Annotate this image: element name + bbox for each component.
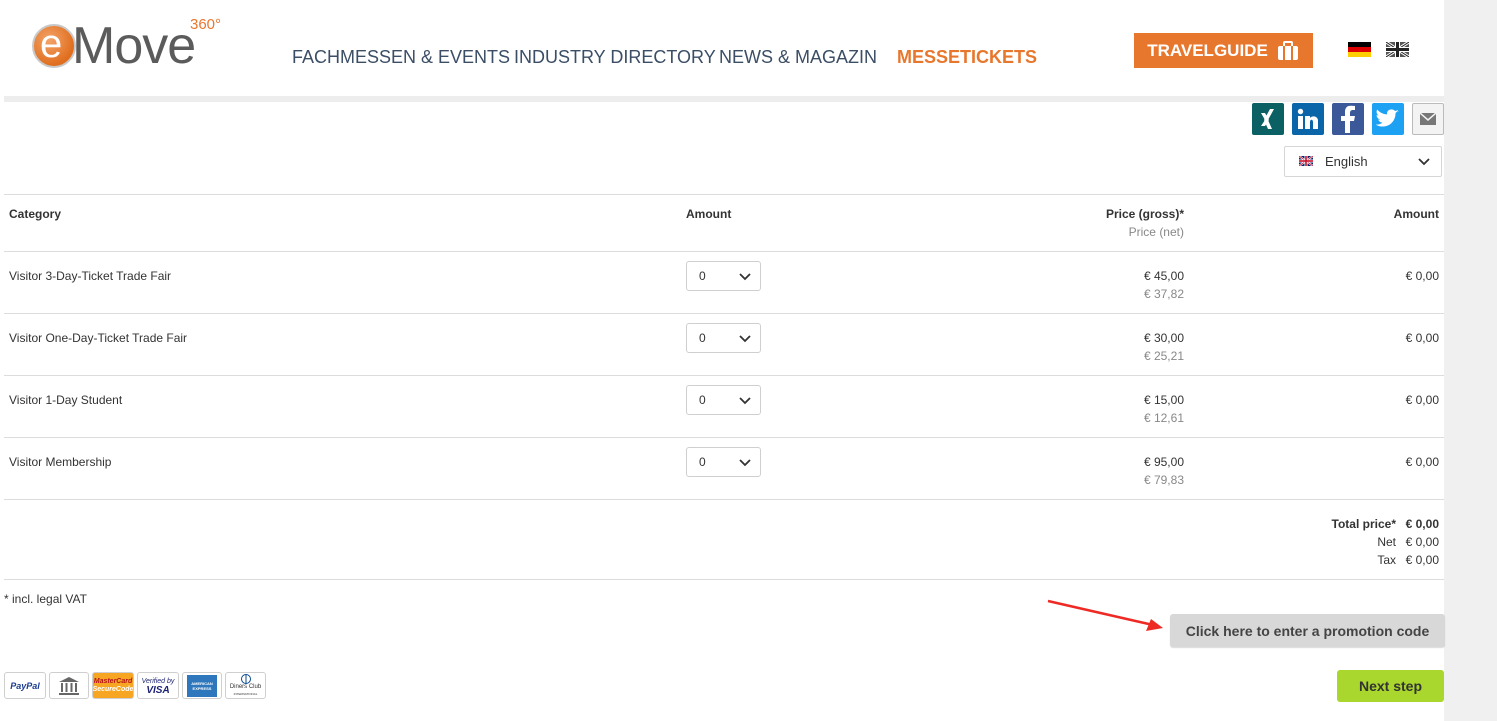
securecode-text: SecureCode (92, 685, 134, 693)
row-price-gross: € 30,00 (1143, 331, 1184, 345)
paypal-text: PayPal (10, 680, 40, 691)
facebook-icon (1341, 105, 1355, 133)
uk-flag-icon (1299, 156, 1313, 166)
quantity-value: 0 (699, 393, 706, 407)
travelguide-label: TRAVELGUIDE (1147, 40, 1268, 60)
header-separator (4, 96, 1444, 102)
tax-value: € 0,00 (1405, 553, 1439, 567)
row-price-net: € 12,61 (1143, 411, 1184, 425)
next-step-label: Next step (1358, 678, 1423, 694)
uk-flag-icon[interactable] (1386, 42, 1409, 57)
row-category: Visitor One-Day-Ticket Trade Fair (9, 331, 188, 345)
xing-icon (1261, 109, 1274, 129)
promotion-code-label: Click here to enter a promotion code (1185, 622, 1430, 639)
net-value: € 0,00 (1405, 535, 1439, 549)
row-category: Visitor Membership (9, 455, 112, 469)
quantity-value: 0 (699, 269, 706, 283)
table-row-divider (4, 313, 1444, 314)
quantity-select[interactable]: 0 (686, 385, 761, 415)
table-row-divider (4, 437, 1444, 438)
row-price-gross: € 15,00 (1143, 393, 1184, 407)
total-price-value: € 0,00 (1405, 517, 1439, 531)
quantity-select[interactable]: 0 (686, 261, 761, 291)
nav-industry-directory[interactable]: INDUSTRY DIRECTORY (514, 47, 716, 68)
header-total-amount: Amount (1393, 207, 1439, 221)
page-gutter (1444, 0, 1497, 721)
vat-note: * incl. legal VAT (4, 592, 87, 606)
quantity-value: 0 (699, 331, 706, 345)
net-label: Net (1377, 535, 1396, 549)
nav-messetickets[interactable]: MESSETICKETS (897, 47, 1037, 68)
xing-share-button[interactable] (1252, 103, 1284, 135)
travelguide-button[interactable]: TRAVELGUIDE (1134, 33, 1313, 68)
emove-logo[interactable]: e Move 360° (32, 16, 232, 76)
chevron-down-icon (739, 459, 751, 467)
table-top-divider (4, 194, 1444, 195)
diners-icon (240, 673, 251, 684)
table-row-divider (4, 251, 1444, 252)
linkedin-icon (1297, 108, 1318, 129)
paypal-logo: PayPal (4, 672, 46, 699)
linkedin-share-button[interactable] (1292, 103, 1324, 135)
nav-fachmessen[interactable]: FACHMESSEN & EVENTS (292, 47, 510, 68)
bank-icon (59, 676, 79, 695)
twitter-share-button[interactable] (1372, 103, 1404, 135)
header-price-gross: Price (gross)* (1105, 207, 1184, 221)
total-price-label: Total price* (1331, 517, 1396, 531)
row-amount: € 0,00 (1405, 331, 1439, 345)
diners-subtext: INTERNATIONAL (233, 691, 258, 696)
envelope-icon (1420, 113, 1436, 125)
row-category: Visitor 1-Day Student (9, 393, 123, 407)
tax-label: Tax (1377, 553, 1396, 567)
logo-letter: e (40, 22, 63, 66)
american-express-logo: AMERICAN EXPRESS (182, 672, 222, 699)
chevron-down-icon (1418, 158, 1430, 166)
language-selected: English (1325, 154, 1368, 169)
row-price-net: € 37,82 (1143, 287, 1184, 301)
facebook-share-button[interactable] (1332, 103, 1364, 135)
row-amount: € 0,00 (1405, 455, 1439, 469)
table-row-divider (4, 499, 1444, 500)
language-select[interactable]: English (1284, 146, 1442, 177)
header-category: Category (9, 207, 62, 221)
german-flag-icon[interactable] (1348, 42, 1371, 57)
table-row-divider (4, 375, 1444, 376)
row-amount: € 0,00 (1405, 393, 1439, 407)
header-amount: Amount (686, 207, 732, 221)
promotion-code-button[interactable]: Click here to enter a promotion code (1170, 614, 1445, 647)
row-category: Visitor 3-Day-Ticket Trade Fair (9, 269, 172, 283)
twitter-icon (1376, 109, 1399, 127)
row-price-gross: € 45,00 (1143, 269, 1184, 283)
email-share-button[interactable] (1412, 103, 1444, 135)
bank-transfer-icon (49, 672, 89, 699)
verified-by-visa-logo: Verified by VISA (137, 672, 179, 699)
amex-badge: AMERICAN EXPRESS (187, 674, 217, 697)
next-step-button[interactable]: Next step (1337, 670, 1444, 702)
chevron-down-icon (739, 273, 751, 281)
quantity-value: 0 (699, 455, 706, 469)
logo-text: Move (72, 17, 196, 75)
row-price-gross: € 95,00 (1143, 455, 1184, 469)
quantity-select[interactable]: 0 (686, 447, 761, 477)
diners-text: Diners Club (229, 683, 262, 690)
row-price-net: € 25,21 (1143, 349, 1184, 363)
header-price-net: Price (net) (1128, 225, 1184, 239)
chevron-down-icon (739, 397, 751, 405)
quantity-select[interactable]: 0 (686, 323, 761, 353)
diners-club-logo: Diners Club INTERNATIONAL (225, 672, 266, 699)
chevron-down-icon (739, 335, 751, 343)
suitcase-icon (1277, 40, 1298, 60)
row-price-net: € 79,83 (1143, 473, 1184, 487)
totals-divider (4, 579, 1444, 580)
row-amount: € 0,00 (1405, 269, 1439, 283)
red-arrow-annotation (1047, 599, 1163, 631)
logo-360: 360° (190, 16, 222, 33)
mastercard-securecode-logo: MasterCard SecureCode (92, 672, 134, 699)
nav-news-magazin[interactable]: NEWS & MAGAZIN (719, 47, 877, 68)
mastercard-text: MasterCard (93, 677, 133, 685)
visa-text: VISA (146, 684, 170, 696)
